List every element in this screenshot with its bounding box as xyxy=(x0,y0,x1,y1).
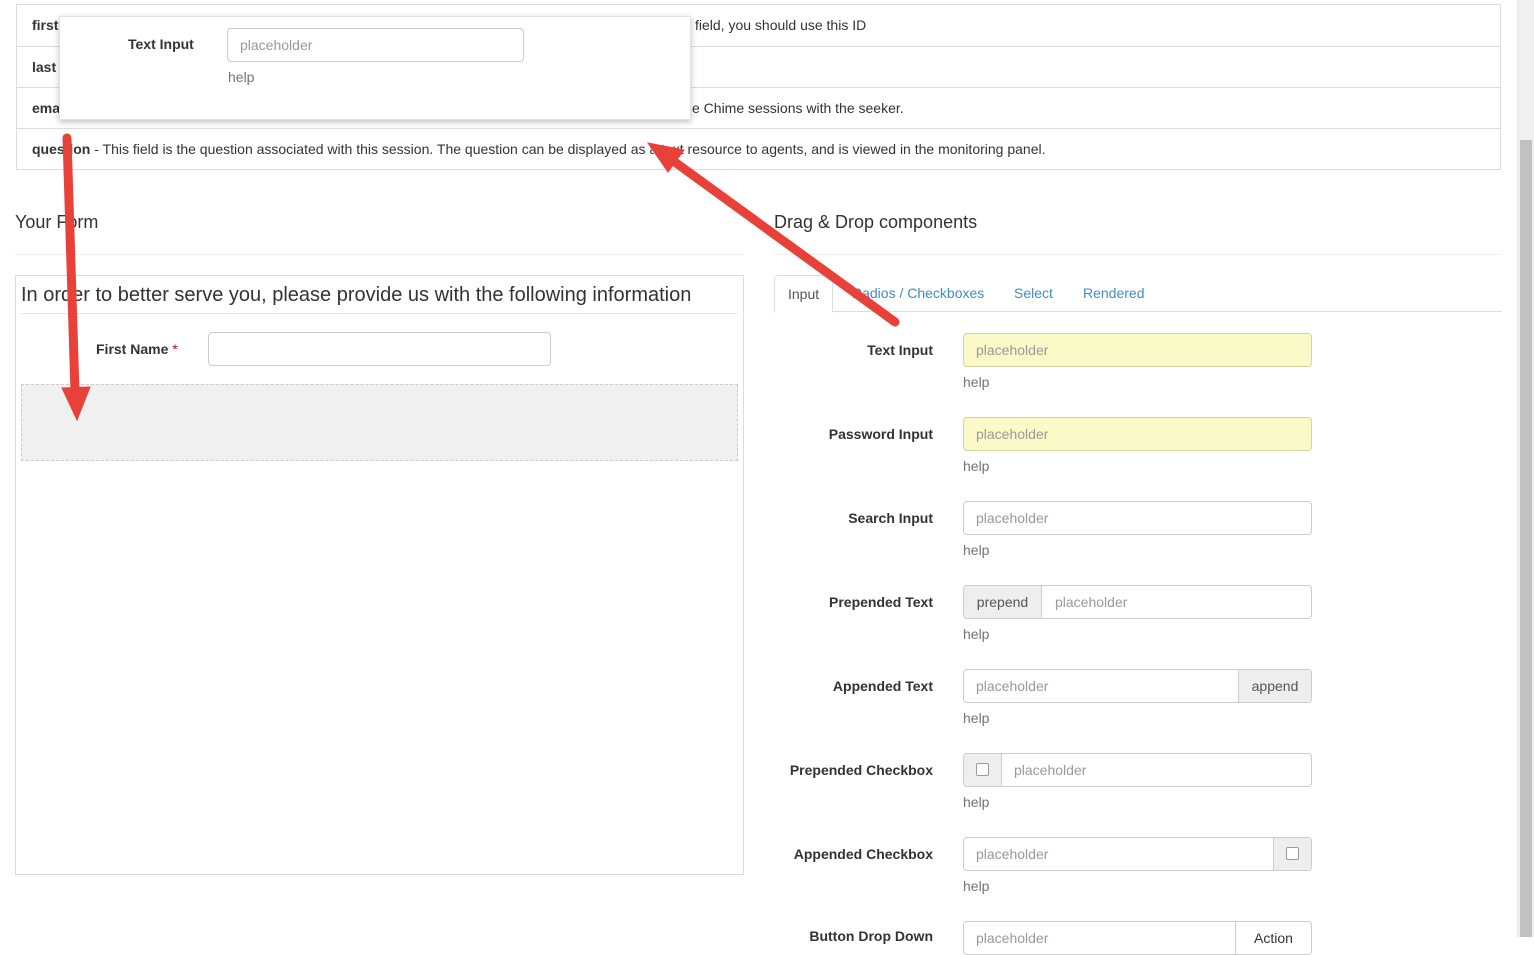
help-text: help xyxy=(963,374,990,390)
checkbox-addon xyxy=(1273,838,1311,870)
text-input-label: Text Input xyxy=(867,342,933,358)
divider xyxy=(774,254,1502,255)
append-addon: append xyxy=(1238,670,1311,702)
divider xyxy=(15,254,744,255)
tab-input[interactable]: Input xyxy=(774,275,834,313)
help-text: help xyxy=(963,710,990,726)
field-row-question: question - This field is the question as… xyxy=(17,128,1500,169)
search-input-component[interactable]: placeholder xyxy=(963,501,1312,535)
tab-rendered[interactable]: Rendered xyxy=(1070,275,1158,312)
tab-radios-checkboxes[interactable]: Radios / Checkboxes xyxy=(839,275,997,312)
prepended-checkbox-component[interactable]: placeholder xyxy=(963,753,1312,787)
button-dropdown-label: Button Drop Down xyxy=(809,928,933,944)
drag-label: Text Input xyxy=(128,36,194,52)
your-form-heading: Your Form xyxy=(15,212,99,232)
prepended-text-component[interactable]: prepend placeholder xyxy=(963,585,1312,619)
component-tabs: Input Radios / Checkboxes Select Rendere… xyxy=(774,275,1502,313)
help-text: help xyxy=(963,794,990,810)
action-button[interactable]: Action xyxy=(1235,922,1311,954)
page-scrollbar[interactable] xyxy=(1517,0,1534,937)
prepend-addon: prepend xyxy=(964,586,1042,618)
dragging-text-input-component[interactable]: Text Input placeholder help xyxy=(59,16,691,120)
prepended-checkbox-label: Prepended Checkbox xyxy=(789,762,933,778)
appended-checkbox-label: Appended Checkbox xyxy=(793,846,933,862)
appended-checkbox-component[interactable]: placeholder xyxy=(963,837,1312,871)
password-input-label: Password Input xyxy=(828,426,933,442)
prepended-text-label: Prepended Text xyxy=(829,594,933,610)
help-text: help xyxy=(963,458,990,474)
drag-help: help xyxy=(228,69,255,85)
drag-input: placeholder xyxy=(227,28,524,62)
checkbox[interactable] xyxy=(976,763,989,776)
checkbox[interactable] xyxy=(1286,847,1299,860)
search-input-label: Search Input xyxy=(848,510,933,526)
components-heading: Drag & Drop components xyxy=(774,212,978,232)
button-dropdown-component[interactable]: placeholder Action xyxy=(963,921,1312,955)
appended-text-component[interactable]: placeholder append xyxy=(963,669,1312,703)
first-name-label: First Name * xyxy=(96,341,178,357)
password-input-component[interactable]: placeholder xyxy=(963,417,1312,451)
help-text: help xyxy=(963,878,990,894)
scroll-thumb[interactable] xyxy=(1520,140,1532,937)
drop-placeholder[interactable] xyxy=(21,384,738,461)
form-canvas[interactable]: In order to better serve you, please pro… xyxy=(15,275,744,875)
first-name-input[interactable] xyxy=(208,332,551,366)
help-text: help xyxy=(963,542,990,558)
checkbox-addon xyxy=(964,754,1002,786)
appended-text-label: Appended Text xyxy=(832,678,933,694)
question-desc: - This field is the question associated … xyxy=(90,141,1046,157)
form-legend: In order to better serve you, please pro… xyxy=(21,284,738,314)
tab-select[interactable]: Select xyxy=(1001,275,1066,312)
help-text: help xyxy=(963,626,990,642)
text-input-component[interactable]: placeholder xyxy=(963,333,1312,367)
